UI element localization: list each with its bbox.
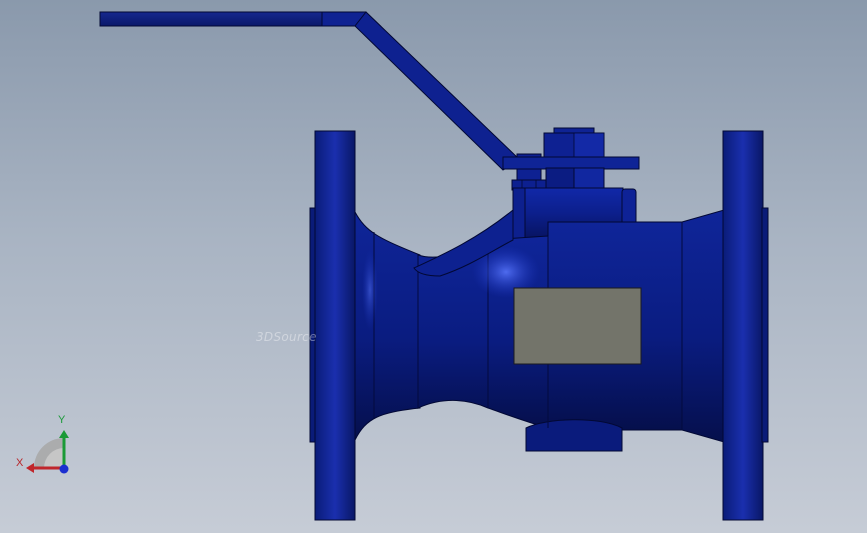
x-axis-label: X — [16, 457, 24, 469]
lever-handle[interactable] — [99, 11, 521, 171]
ball-valve-model[interactable] — [0, 0, 867, 533]
watermark-text: 3DSource — [256, 330, 317, 344]
left-flange[interactable] — [309, 130, 356, 521]
3d-viewport[interactable]: 3DSource X Y — [0, 0, 867, 533]
nameplate — [513, 287, 642, 365]
orientation-triad[interactable]: X Y — [12, 412, 74, 478]
right-flange[interactable] — [722, 130, 769, 521]
y-axis-label: Y — [58, 414, 66, 426]
